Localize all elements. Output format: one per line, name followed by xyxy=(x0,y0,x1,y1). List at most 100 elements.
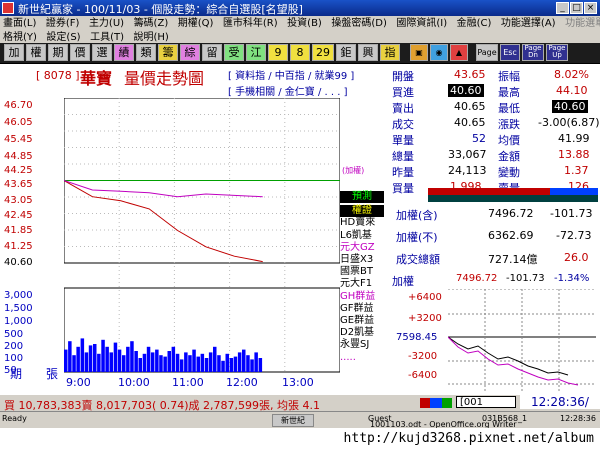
change-value: -3.00(6.87) xyxy=(538,116,600,129)
toolbar-button-chou[interactable]: 籌 xyxy=(158,44,178,61)
warrant-item[interactable]: D2凱基 xyxy=(340,327,384,339)
volume-bar xyxy=(80,338,85,372)
warrant-item[interactable]: L6凱基 xyxy=(340,230,384,242)
volume-bar xyxy=(150,352,155,372)
volume-bar xyxy=(179,359,184,372)
warrant-item[interactable]: GF群益 xyxy=(340,303,384,315)
total-volume-label: 總量 xyxy=(392,150,414,163)
toolbar-button-zhi[interactable]: 指 xyxy=(380,44,400,61)
mini-index-line-incl xyxy=(448,336,569,376)
toolbar-button-jia[interactable]: 加 xyxy=(4,44,24,61)
toolbar-button-liu[interactable]: 留 xyxy=(202,44,222,61)
watermark-bar: http://kujd3268.pixnet.net/album xyxy=(0,428,600,450)
close-button[interactable]: × xyxy=(584,2,597,14)
volume-bar xyxy=(204,358,209,372)
menu-item-function-select[interactable]: 功能選擇(A) xyxy=(498,17,559,30)
toolbar-button-quan[interactable]: 權 xyxy=(26,44,46,61)
warrant-item[interactable]: 日盛X3 xyxy=(340,254,384,266)
page-up-button[interactable]: Page Up xyxy=(546,44,568,61)
total-turnover-value: 727.14億 xyxy=(488,253,538,266)
amount-value: 13.88 xyxy=(558,148,590,161)
toolbar-button-jiang[interactable]: 江 xyxy=(246,44,266,61)
volume-bar xyxy=(258,358,263,372)
menu-item-international[interactable]: 國際資訊(I) xyxy=(393,17,450,30)
menu-item-function-menu[interactable]: 功能選單(S) xyxy=(562,17,600,30)
toolbar-button-xing[interactable]: 興 xyxy=(358,44,378,61)
toolbar-button-shou[interactable]: 受 xyxy=(224,44,244,61)
average-price-value: 41.99 xyxy=(558,132,590,145)
related-links-1[interactable]: [ 資料指 / 中百指 / 就業99 ] xyxy=(228,67,354,82)
page-down-button[interactable]: Page Dn xyxy=(522,44,544,61)
menu-item-securities[interactable]: 證券(F) xyxy=(43,17,83,30)
warrant-item[interactable]: HD賣來 xyxy=(340,217,384,229)
warrant-item[interactable]: GH群益 xyxy=(340,291,384,303)
warrant-item[interactable]: 元大GZ xyxy=(340,242,384,254)
toolbar-icon-folder[interactable]: ▣ xyxy=(410,44,428,61)
toolbar-button-lei[interactable]: 類 xyxy=(136,44,156,61)
menu-item-options[interactable]: 期權(Q) xyxy=(175,17,217,30)
status-indicator-blue xyxy=(430,398,442,408)
menu-item-finance[interactable]: 金融(C) xyxy=(454,17,495,30)
toolbar-icon-chart[interactable]: ▲ xyxy=(450,44,468,61)
index-incl-label: 加權(含) xyxy=(396,209,438,222)
last-value: 40.65 xyxy=(454,116,486,129)
volume-bar xyxy=(175,353,180,372)
total-volume-value: 33,067 xyxy=(448,148,487,161)
menu-item-forex[interactable]: 匯市科年(R) xyxy=(220,17,281,30)
toolbar: 加 權 期 價 選 績 類 籌 綜 留 受 江 9 8 29 鉅 興 指 ▣ ◉… xyxy=(0,43,600,63)
volume-bar xyxy=(88,345,93,372)
page-button[interactable]: Page xyxy=(476,44,498,61)
high-label: 最高 xyxy=(498,86,520,99)
maximize-button[interactable]: □ xyxy=(570,2,583,14)
mini-index-label: 加權 xyxy=(392,275,414,288)
volume-bar xyxy=(146,346,151,372)
unit-volume-value: 52 xyxy=(472,132,486,145)
page-number-box[interactable]: [001 xyxy=(456,396,516,408)
toolbar-icon-globe[interactable]: ◉ xyxy=(430,44,448,61)
menu-item-main-force[interactable]: 主力(U) xyxy=(86,17,127,30)
volume-bar xyxy=(192,349,196,372)
toolbar-button-xuan[interactable]: 選 xyxy=(92,44,112,61)
toolbar-button-ju[interactable]: 鉅 xyxy=(336,44,356,61)
toolbar-button-qi[interactable]: 期 xyxy=(48,44,68,61)
esc-button[interactable]: Esc xyxy=(500,44,520,61)
menu-item-investment[interactable]: 投資(B) xyxy=(284,17,325,30)
menu-item-chips[interactable]: 籌碼(Z) xyxy=(131,17,172,30)
warrant-item[interactable]: GE群益 xyxy=(340,315,384,327)
menu-item-trading-code[interactable]: 操盤密碼(D) xyxy=(328,17,390,30)
toolbar-button-jia2[interactable]: 價 xyxy=(70,44,90,61)
volume-bar xyxy=(184,352,188,372)
status-color-indicator xyxy=(420,398,452,408)
warrant-item-more[interactable]: ..... xyxy=(340,352,384,364)
toolbar-button-29[interactable]: 29 xyxy=(312,44,334,61)
toolbar-button-9[interactable]: 9 xyxy=(268,44,288,61)
bid-label: 買進 xyxy=(392,86,414,99)
forecast-header[interactable]: 預測 xyxy=(340,191,384,204)
price-volume-chart-panel: [ 8078 ] 華寶 量價走勢圖 [ 資料指 / 中百指 / 就業99 ] [… xyxy=(0,64,390,394)
amplitude-label: 振幅 xyxy=(498,70,520,83)
volume-tick-label: 500 xyxy=(4,329,24,340)
related-links-2[interactable]: [ 手機相關 / 金仁寶 / . . . ] xyxy=(228,83,348,98)
volume-bar xyxy=(171,346,176,372)
taskbar-item[interactable]: 031B568_1 xyxy=(482,414,527,423)
price-series-line xyxy=(64,180,263,198)
warrant-item[interactable]: 國票BT xyxy=(340,266,384,278)
index-summary: 加權(含) 7496.72 -101.73 加權(不) 6362.69 -72.73 成… xyxy=(392,204,596,270)
warrant-header[interactable]: 權證 xyxy=(340,205,384,218)
toolbar-button-8[interactable]: 8 xyxy=(290,44,310,61)
minimize-button[interactable]: _ xyxy=(556,2,569,14)
toolbar-button-zong[interactable]: 綜 xyxy=(180,44,200,61)
price-tick-label: 41.85 xyxy=(4,225,33,236)
volume-bar xyxy=(188,355,192,372)
volume-bar xyxy=(163,356,167,372)
index-excl-label: 加權(不) xyxy=(396,231,438,244)
menu-item-screen[interactable]: 畫面(L) xyxy=(0,17,39,30)
taskbar-app-button[interactable]: 新世紀 xyxy=(272,414,314,427)
warrant-item[interactable]: 元大F1 xyxy=(340,278,384,290)
index-incl-change: -101.73 xyxy=(550,207,593,220)
toolbar-button-ji[interactable]: 績 xyxy=(114,44,134,61)
price-tick-label: 43.05 xyxy=(4,195,33,206)
low-value: 40.60 xyxy=(552,100,588,113)
volume-bar xyxy=(101,339,105,372)
warrant-item[interactable]: 永豐SJ xyxy=(340,339,384,351)
